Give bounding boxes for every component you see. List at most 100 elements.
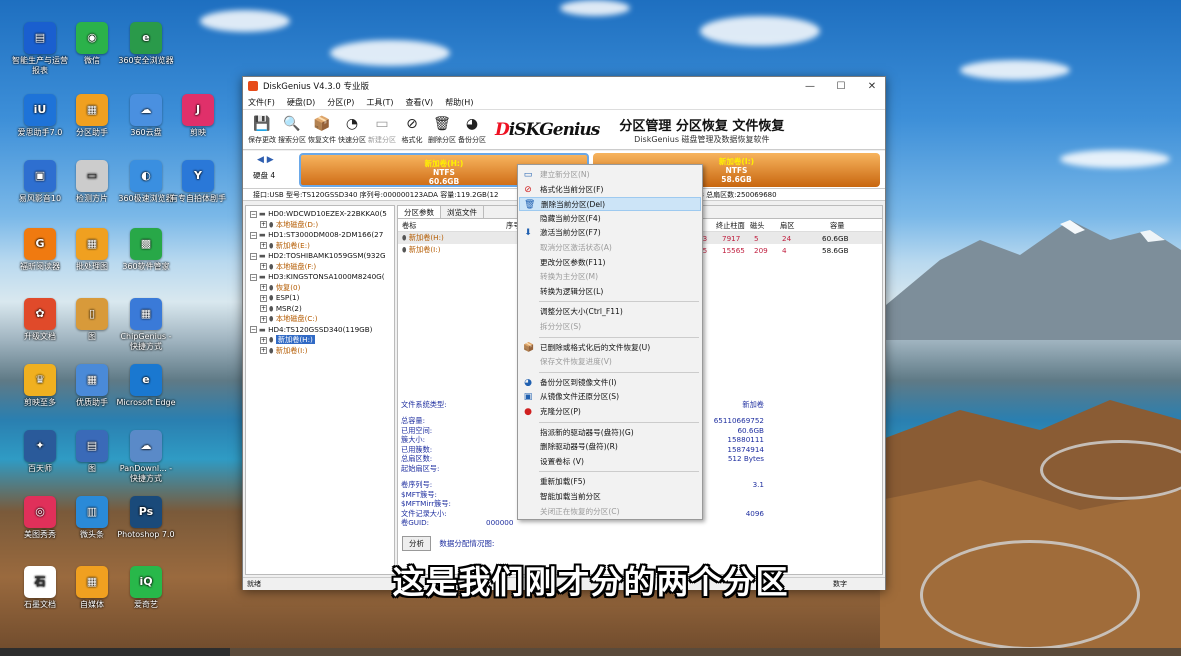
tree-partition-node[interactable]: + ⬮ 本地磁盘(F:) [246,262,394,273]
expand-icon[interactable]: + [260,221,267,228]
desktop-icon[interactable]: ☁ 360云盘 [116,94,176,138]
menu-item[interactable]: 查看(V) [405,97,433,108]
expand-icon[interactable]: + [260,305,267,312]
tree-partition-node[interactable]: + ⬮ 本地磁盘(C:) [246,314,394,325]
desktop-icon[interactable]: ▣ 易风影音10 [10,160,70,204]
tree-partition-node[interactable]: + ⬮ 新加卷(I:) [246,346,394,357]
tree-partition-node[interactable]: + ⬮ 新加卷(E:) [246,241,394,252]
desktop-icon[interactable]: ▦ 批处理图 [62,228,122,272]
disk-tree[interactable]: − ▬ HD0:WDCWD10EZEX-22BKKA0(5 + ⬮ 本地磁盘(D:) −… [245,205,395,575]
desktop-icon[interactable]: ◐ 360极速浏览器 [116,160,176,204]
toolbar-button[interactable]: ▭ 新建分区 [367,114,397,145]
context-menu-item[interactable]: 拆分分区(S) [519,320,701,334]
toolbar-button[interactable]: 💾 保存更改 [247,114,277,145]
tree-partition-node[interactable]: + ⬮ 恢复(0) [246,283,394,294]
tree-partition-node[interactable]: + ⬮ 新加卷(H:) [246,335,394,346]
context-menu-item[interactable]: 转换为主分区(M) [519,270,701,284]
desktop-icon[interactable]: ▭ 检测方片 [62,160,122,204]
toolbar-button[interactable]: 🔍 搜索分区 [277,114,307,145]
collapse-icon[interactable]: − [250,252,257,260]
toolbar-button[interactable]: 📦 恢复文件 [307,114,337,145]
tree-partition-node[interactable]: + ⬮ MSR(2) [246,304,394,315]
toolbar-button[interactable]: ◔ 快速分区 [337,114,367,145]
desktop-icon[interactable]: ▦ 分区助手 [62,94,122,138]
context-menu-item[interactable]: 智能加载当前分区 [519,490,701,504]
title-bar[interactable]: DiskGenius V4.3.0 专业版 — ☐ ✕ [243,77,885,95]
menu-item[interactable]: 帮助(H) [445,97,473,108]
tree-partition-node[interactable]: + ⬮ 本地磁盘(D:) [246,220,394,231]
tree-partition-node[interactable]: + ⬮ ESP(1) [246,293,394,304]
menu-item[interactable]: 分区(P) [327,97,354,108]
desktop-icon[interactable]: ▩ 360软件管家 [116,228,176,272]
collapse-icon[interactable]: − [250,326,257,333]
collapse-icon[interactable]: − [250,210,257,218]
desktop-icon[interactable]: ◎ 美图秀秀 [10,496,70,540]
desktop-icon[interactable]: ▤ 图 [62,430,122,474]
context-menu-item[interactable]: 隐藏当前分区(F4) [519,212,701,226]
desktop-icon[interactable]: Ps Photoshop 7.0 [116,496,176,540]
toolbar-button[interactable]: ⊘ 格式化 [397,114,427,145]
context-menu-item[interactable]: ▣ 从镜像文件还原分区(S) [519,390,701,404]
desktop-icon[interactable]: ▦ ChipGenius - 快捷方式 [116,298,176,352]
desktop-icon[interactable]: iU 爱思助手7.0 [10,94,70,138]
context-menu-item[interactable]: 调整分区大小(Ctrl_F11) [519,305,701,319]
desktop-icon[interactable]: ✦ 百天师 [10,430,70,474]
tab-browse-files[interactable]: 浏览文件 [441,206,484,218]
context-menu-item[interactable]: ⬇ 激活当前分区(F7) [519,226,701,240]
tree-disk-node[interactable]: − ▬ HD0:WDCWD10EZEX-22BKKA0(5 [246,209,394,220]
desktop-icon-label: 360云盘 [130,128,162,137]
menu-item[interactable]: 硬盘(D) [287,97,315,108]
context-menu-item[interactable]: 指派新的驱动器号(盘符)(G) [519,426,701,440]
tree-disk-node[interactable]: − ▬ HD3:KINGSTONSA1000M8240G( [246,272,394,283]
disk-nav-arrows[interactable]: ◀ ▶ [257,155,274,165]
context-menu-item[interactable]: ◕ 备份分区到镜像文件(I) [519,376,701,390]
desktop-icon[interactable]: ♛ 剪映至多 [10,364,70,408]
menu-item[interactable]: 文件(F) [248,97,275,108]
desktop-icon[interactable]: ▤ 智能生产与运营报表 [10,22,70,76]
context-menu-item[interactable]: 保存文件恢复进度(V) [519,355,701,369]
desktop-icon[interactable]: e Microsoft Edge [116,364,176,408]
desktop-icon[interactable]: ◉ 微信 [62,22,122,66]
desktop-icon[interactable]: G 福昕阅读器 [10,228,70,272]
desktop-icon[interactable]: ☁ PanDownl... - 快捷方式 [116,430,176,484]
expand-icon[interactable]: + [260,294,267,302]
close-button[interactable]: ✕ [859,81,885,92]
expand-icon[interactable]: + [260,263,267,270]
toolbar-button[interactable]: 🗑 删除分区 [427,114,457,145]
desktop-icon[interactable]: J 剪映 [168,94,228,138]
expand-icon[interactable]: + [260,284,267,291]
expand-icon[interactable]: + [260,242,267,249]
context-menu-item[interactable]: 删除驱动器号(盘符)(R) [519,440,701,454]
context-menu-item[interactable]: ● 克隆分区(P) [519,405,701,419]
menu-item[interactable]: 工具(T) [366,97,393,108]
desktop-icon[interactable]: ✿ 升级文档 [10,298,70,342]
desktop-icon[interactable]: e 360安全浏览器 [116,22,176,66]
context-menu-item[interactable]: 关闭正在恢复的分区(C) [519,505,701,519]
desktop-icon[interactable]: ▥ 微头条 [62,496,122,540]
minimize-button[interactable]: — [797,81,823,92]
desktop-icon[interactable]: ▦ 优质助手 [62,364,122,408]
expand-icon[interactable]: + [260,315,267,323]
context-menu-item[interactable]: 更改分区参数(F11) [519,256,701,270]
collapse-icon[interactable]: − [250,273,257,281]
tab-partition-params[interactable]: 分区参数 [398,206,441,218]
context-menu-item[interactable]: 📦 已删除或格式化后的文件恢复(U) [519,341,701,355]
context-menu-item[interactable]: 取消分区激活状态(A) [519,241,701,255]
context-menu-item[interactable]: 设置卷标 (V) [519,455,701,469]
tree-disk-node[interactable]: − ▬ HD2:TOSHIBAMK1059GSM(932G [246,251,394,262]
desktop-icon[interactable]: Y 有专自拍体剧手 [168,160,228,204]
maximize-button[interactable]: ☐ [828,81,854,92]
toolbar-button[interactable]: ◕ 备份分区 [457,114,487,145]
expand-icon[interactable]: + [260,336,267,344]
desktop-icon[interactable]: ▯ 图 [62,298,122,342]
context-menu-item[interactable]: 🗑 删除当前分区(Del) [519,197,701,212]
context-menu-item[interactable]: 重新加载(F5) [519,475,701,489]
context-menu-item[interactable]: ⊘ 格式化当前分区(F) [519,183,701,197]
analyze-button[interactable]: 分析 [402,536,431,551]
tree-disk-node[interactable]: − ▬ HD4:TS120GSSD340(119GB) [246,325,394,336]
context-menu-item[interactable]: 转换为逻辑分区(L) [519,285,701,299]
collapse-icon[interactable]: − [250,231,257,239]
tree-disk-node[interactable]: − ▬ HD1:ST3000DM008-2DM166(27 [246,230,394,241]
context-menu-item[interactable]: ▭ 建立新分区(N) [519,168,701,182]
expand-icon[interactable]: + [260,347,267,354]
